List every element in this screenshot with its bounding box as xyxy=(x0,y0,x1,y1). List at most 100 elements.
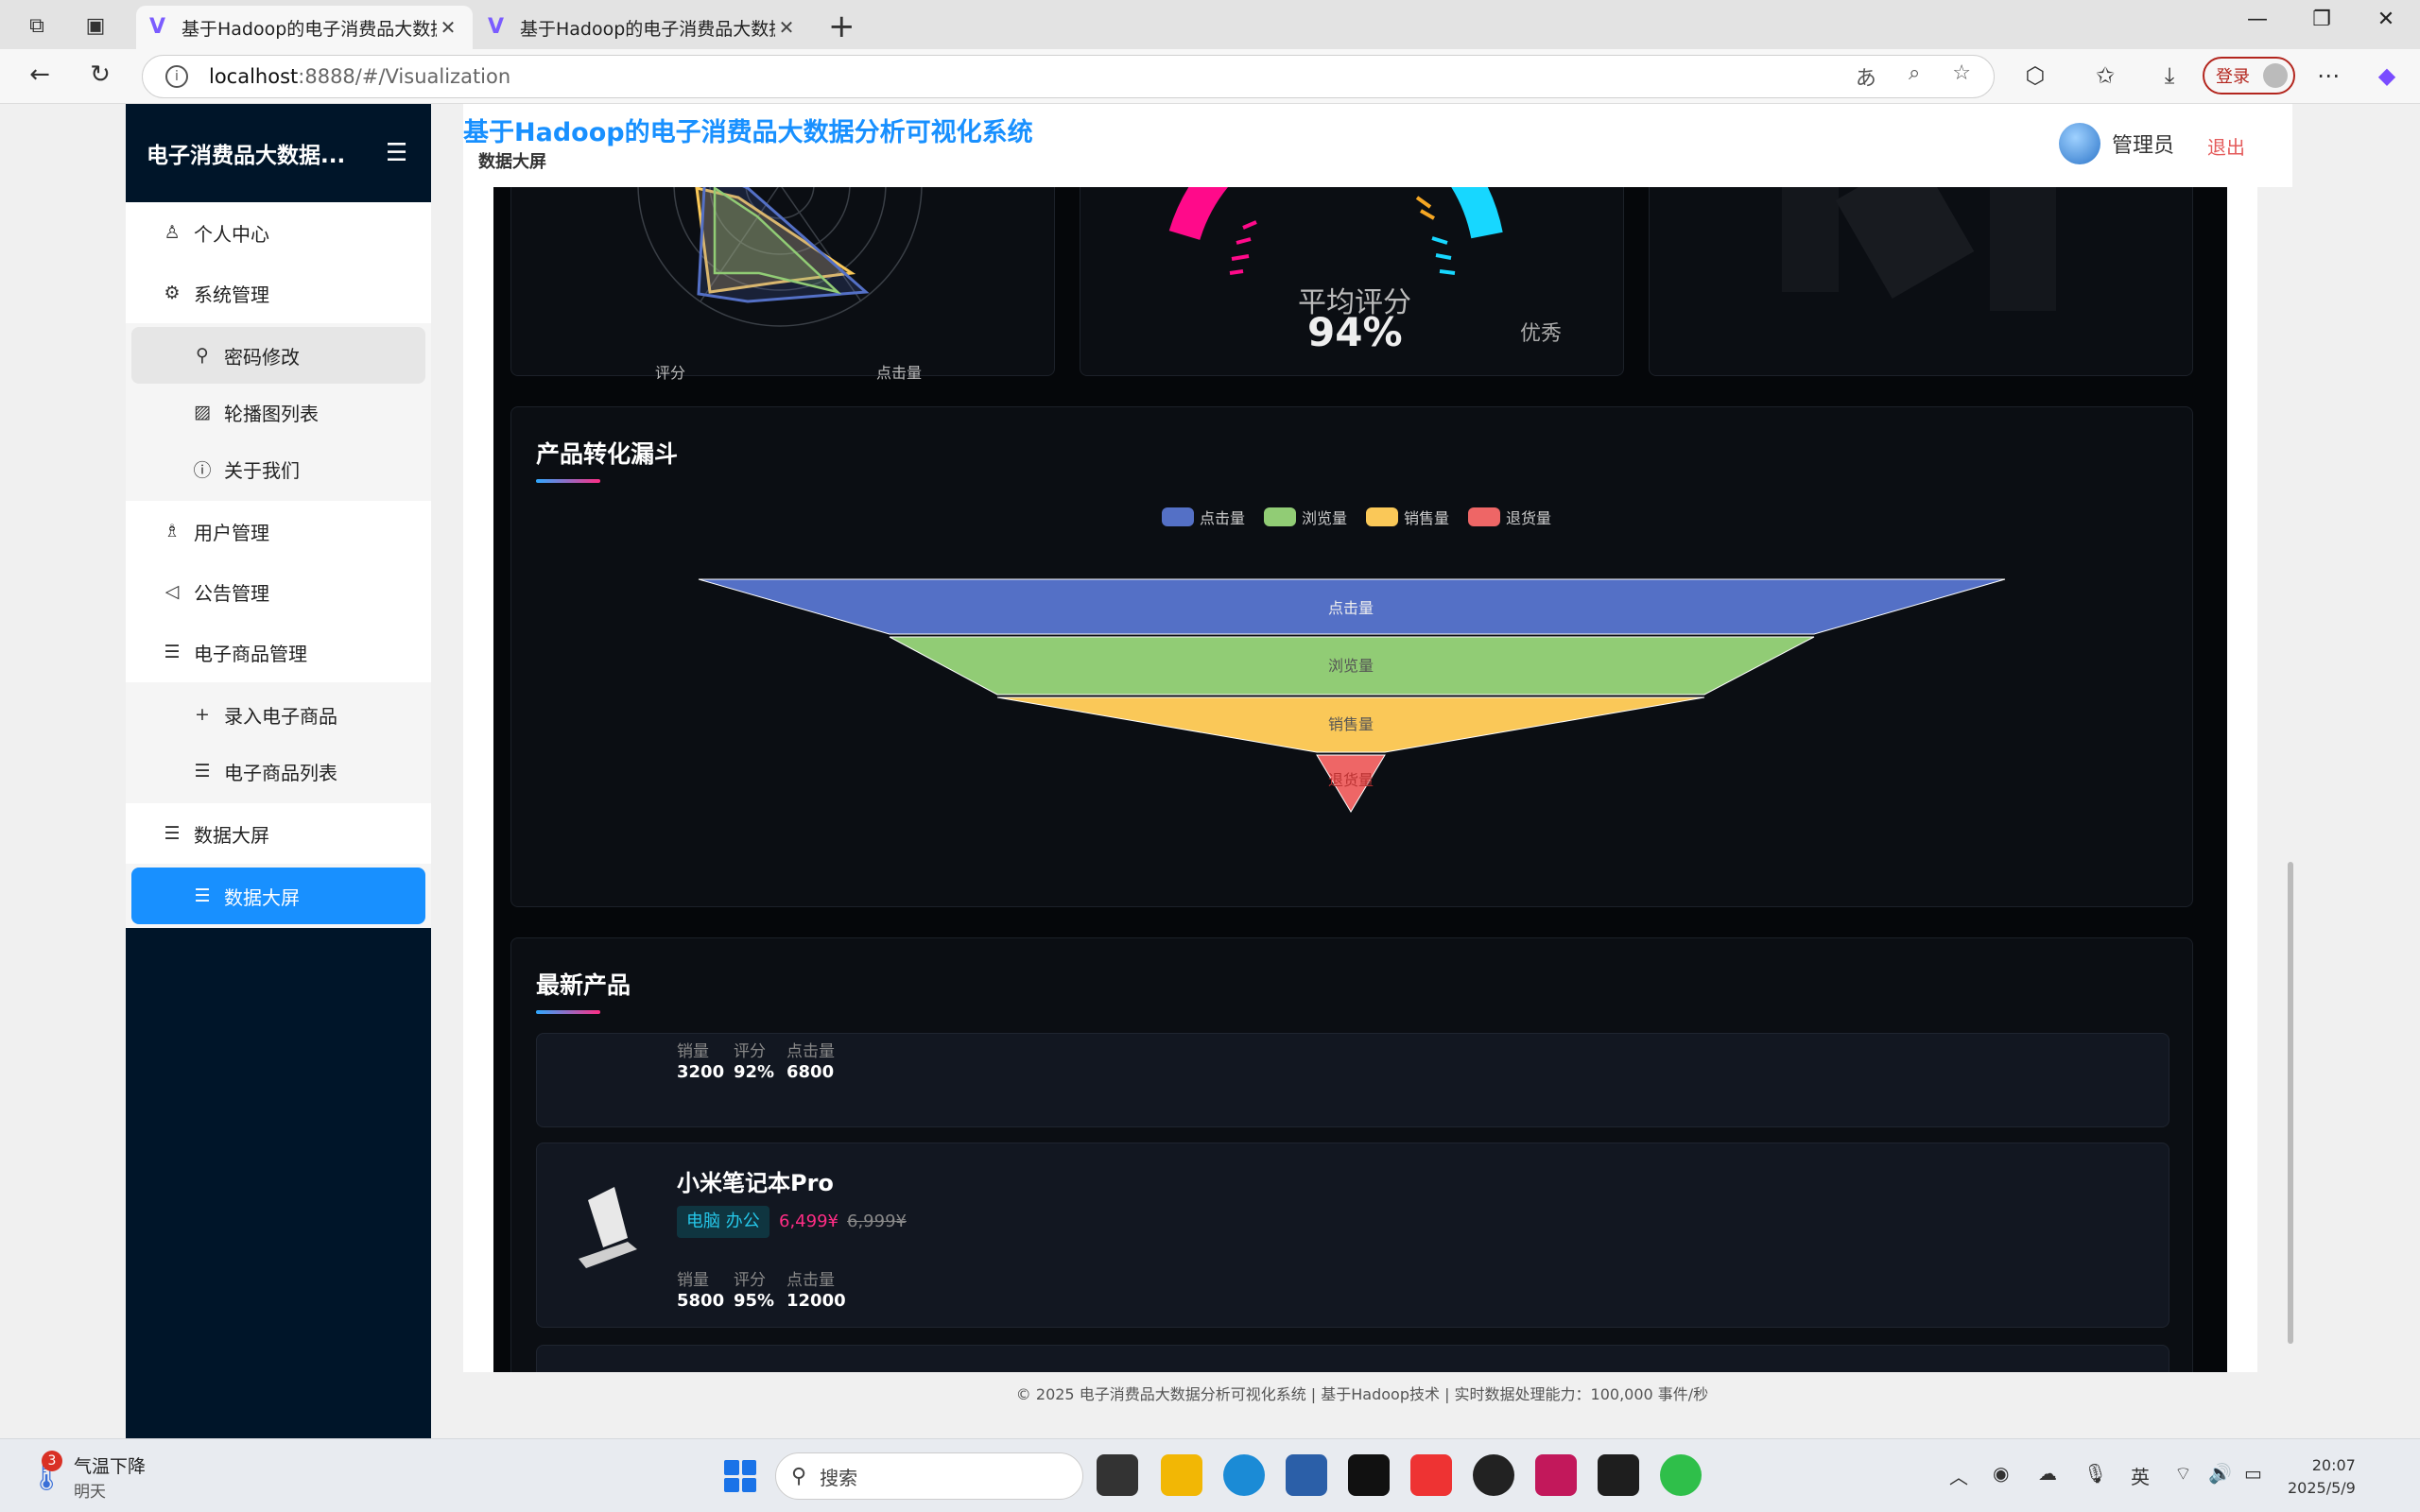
more-menu-icon[interactable]: ⋯ xyxy=(2312,62,2344,89)
product-item-partial[interactable] xyxy=(536,1345,2169,1372)
sidebar-item-label: 电子商品管理 xyxy=(194,642,307,665)
menu-toggle-icon[interactable]: ☰ xyxy=(386,139,410,167)
sidebar-menu: ♙ 个人中心 ⚙ 系统管理 ⚲ 密码修改 ▨ 轮播图列表 ⓘ 关于我们 ♗ 用户管理 ◁ 公告… xyxy=(126,202,431,928)
sidebar-item-label: 电子商品列表 xyxy=(224,761,337,784)
product-item[interactable]: 小米笔记本Pro 电脑 办公 6,499¥ 6,999¥ 销量 评分 点击量 5… xyxy=(536,1143,2169,1328)
sidebar-item-label: 用户管理 xyxy=(194,521,269,544)
start-button[interactable] xyxy=(724,1460,756,1492)
wechat-icon[interactable] xyxy=(1660,1454,1702,1496)
address-bar[interactable]: i localhost:8888/#/Visualization あ ⌕ ☆ xyxy=(142,55,1995,98)
reload-icon[interactable]: ↻ xyxy=(81,60,119,89)
close-tab-icon[interactable]: ✕ xyxy=(437,16,459,39)
extensions-icon[interactable]: ⬡ xyxy=(2019,62,2051,89)
sidebar-item-users[interactable]: ♗ 用户管理 xyxy=(126,501,431,561)
tray-app-icon[interactable]: ◉ xyxy=(1993,1462,2009,1485)
funnel-label-sales: 销售量 xyxy=(1328,715,1374,733)
terminal-icon[interactable] xyxy=(1598,1454,1639,1496)
product-rating: 95% xyxy=(734,1291,775,1311)
word-cloud-card xyxy=(1649,187,2193,376)
favorite-star-icon[interactable]: ☆ xyxy=(1952,61,1971,92)
browser-tab[interactable]: V 基于Hadoop的电子消费品大数据分 ✕ xyxy=(475,6,811,49)
file-explorer-icon[interactable] xyxy=(1161,1454,1202,1496)
close-window-icon[interactable]: ✕ xyxy=(2367,8,2405,31)
sidebar-item-password[interactable]: ⚲ 密码修改 xyxy=(131,327,425,384)
gauge-arc-right xyxy=(1451,187,1503,239)
product-item-partial[interactable]: 销量 评分 点击量 3200 92% 6800 xyxy=(536,1033,2169,1127)
stat-label: 销量 xyxy=(677,1042,709,1061)
store-icon[interactable] xyxy=(1286,1454,1327,1496)
url-host: localhost xyxy=(209,65,299,88)
sidebar-item-profile[interactable]: ♙ 个人中心 xyxy=(126,202,431,263)
gauge-card: 平均评分 94% 优秀 xyxy=(1080,187,1624,376)
system-clock[interactable]: 20:07 2025/5/9 xyxy=(2288,1454,2356,1500)
qq-icon[interactable] xyxy=(1473,1454,1514,1496)
radar-chart-card: 评分 点击量 xyxy=(510,187,1055,382)
volume-icon[interactable]: 🔊 xyxy=(2208,1462,2232,1485)
logout-link[interactable]: 退出 xyxy=(2207,132,2245,160)
stat-label: 点击量 xyxy=(786,1271,835,1290)
sidebar-item-products[interactable]: ☰ 电子商品管理 xyxy=(126,622,431,682)
scrollbar-thumb[interactable] xyxy=(2288,862,2293,1344)
task-view-icon[interactable] xyxy=(1097,1454,1138,1496)
wps-icon[interactable] xyxy=(1410,1454,1452,1496)
stat-label: 销量 xyxy=(677,1271,709,1290)
list-icon: ☰ xyxy=(194,885,211,906)
megaphone-icon: ◁ xyxy=(164,581,180,602)
workspaces-icon[interactable]: ⧉ xyxy=(21,9,53,42)
battery-icon[interactable]: ▭ xyxy=(2244,1462,2262,1485)
minimize-icon[interactable]: — xyxy=(2238,8,2276,31)
list-icon: ☰ xyxy=(164,642,181,662)
taskbar: 🌡 3 气温下降 明天 ⚲ 搜索 ︿ ◉ ☁ 🎙 英 ⌔ 🔊 ▭ 20:07 20… xyxy=(0,1438,2420,1512)
weather-widget[interactable]: 🌡 3 气温下降 明天 xyxy=(28,1451,146,1502)
vue-logo-icon: V xyxy=(488,15,505,39)
zoom-icon[interactable]: ⌕ xyxy=(1909,61,1920,92)
tab-title: 基于Hadoop的电子消费品大数据分 xyxy=(182,18,437,40)
taskbar-search[interactable]: ⚲ 搜索 xyxy=(775,1452,1083,1500)
product-sales: 5800 xyxy=(677,1291,725,1311)
tab-actions-icon[interactable]: ▣ xyxy=(79,9,112,42)
sidebar-item-carousel[interactable]: ▨ 轮播图列表 xyxy=(131,384,425,440)
wifi-icon[interactable]: ⌔ xyxy=(2174,1462,2192,1486)
read-aloud-icon[interactable]: あ xyxy=(1856,61,1876,92)
input-method[interactable]: 英 xyxy=(2131,1462,2150,1489)
restore-icon[interactable]: ❐ xyxy=(2303,8,2341,31)
cloud-icon[interactable]: ☁ xyxy=(2038,1462,2057,1485)
page-scrollbar[interactable] xyxy=(2286,189,2295,1372)
gauge-value: 94% xyxy=(1307,309,1403,355)
browser-toolbar: ← ↻ i localhost:8888/#/Visualization あ ⌕… xyxy=(0,49,2420,104)
clock-date: 2025/5/9 xyxy=(2288,1479,2356,1497)
tiktok-icon[interactable] xyxy=(1348,1454,1390,1496)
site-info-icon[interactable]: i xyxy=(165,65,188,88)
close-tab-icon[interactable]: ✕ xyxy=(775,16,798,39)
copilot-icon[interactable]: ◆ xyxy=(2371,62,2403,89)
product-sales: 3200 xyxy=(677,1062,725,1082)
sidebar-item-dashboard[interactable]: ☰ 数据大屏 xyxy=(126,803,431,864)
jetbrains-icon[interactable] xyxy=(1535,1454,1577,1496)
new-tab-icon[interactable]: + xyxy=(828,8,856,45)
sidebar-item-label: 系统管理 xyxy=(194,283,269,306)
browser-tab-active[interactable]: V 基于Hadoop的电子消费品大数据分 ✕ xyxy=(136,6,473,49)
profile-login-button[interactable]: 登录 xyxy=(2203,57,2295,94)
sidebar-item-label: 个人中心 xyxy=(194,222,269,246)
show-hidden-icons[interactable]: ︿ xyxy=(1949,1462,1968,1489)
stat-label: 点击量 xyxy=(786,1042,835,1061)
sidebar-item-notices[interactable]: ◁ 公告管理 xyxy=(126,561,431,622)
profile-avatar xyxy=(2263,63,2288,88)
microphone-icon[interactable]: 🎙 xyxy=(2083,1462,2107,1485)
sidebar-item-product-list[interactable]: ☰ 电子商品列表 xyxy=(131,743,425,799)
user-menu[interactable]: 管理员 xyxy=(2059,123,2174,164)
back-icon[interactable]: ← xyxy=(21,60,59,89)
sidebar-item-label: 数据大屏 xyxy=(194,823,269,847)
avatar xyxy=(2059,123,2100,164)
edge-browser-icon[interactable] xyxy=(1223,1454,1265,1496)
product-name: 小米笔记本Pro xyxy=(677,1170,834,1196)
favorites-icon[interactable]: ✩ xyxy=(2089,62,2121,89)
sidebar-item-system[interactable]: ⚙ 系统管理 xyxy=(126,263,431,323)
sidebar-item-dashboard-active[interactable]: ☰ 数据大屏 xyxy=(131,868,425,924)
sidebar-header: 电子消费品大数据... ☰ xyxy=(126,104,431,202)
downloads-icon[interactable]: ⤓ xyxy=(2153,62,2186,89)
product-clicks: 12000 xyxy=(786,1291,846,1311)
sidebar-item-add-product[interactable]: + 录入电子商品 xyxy=(131,686,425,743)
sidebar-item-about[interactable]: ⓘ 关于我们 xyxy=(131,440,425,497)
web-page: 电子消费品大数据... ☰ ♙ 个人中心 ⚙ 系统管理 ⚲ 密码修改 ▨ 轮播图列表 ⓘ… xyxy=(0,104,2420,1438)
